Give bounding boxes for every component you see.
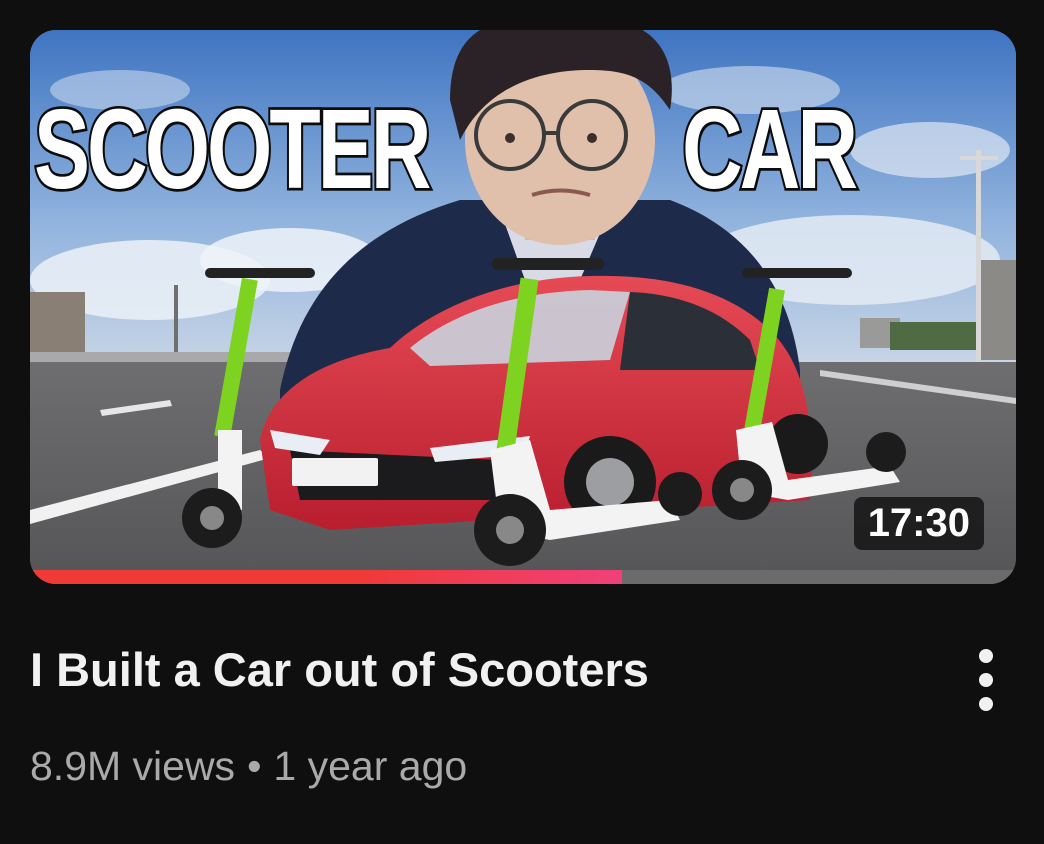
meta-separator: •: [247, 743, 262, 789]
video-thumbnail[interactable]: SCOOTER CAR 17:30: [30, 30, 1016, 584]
video-title[interactable]: I Built a Car out of Scooters: [30, 642, 649, 697]
more-vertical-icon: [979, 649, 993, 711]
video-metadata: 8.9M views • 1 year ago: [30, 743, 467, 790]
duration-badge: 17:30: [853, 497, 984, 550]
thumbnail-text-scooter: SCOOTER: [32, 85, 433, 213]
thumbnail-text-car: CAR: [680, 85, 860, 213]
upload-age: 1 year ago: [273, 743, 468, 789]
watch-progress-fill: [30, 570, 622, 584]
watch-progress-bar: [30, 570, 1016, 584]
more-options-button[interactable]: [958, 640, 1014, 720]
view-count: 8.9M views: [30, 743, 236, 789]
